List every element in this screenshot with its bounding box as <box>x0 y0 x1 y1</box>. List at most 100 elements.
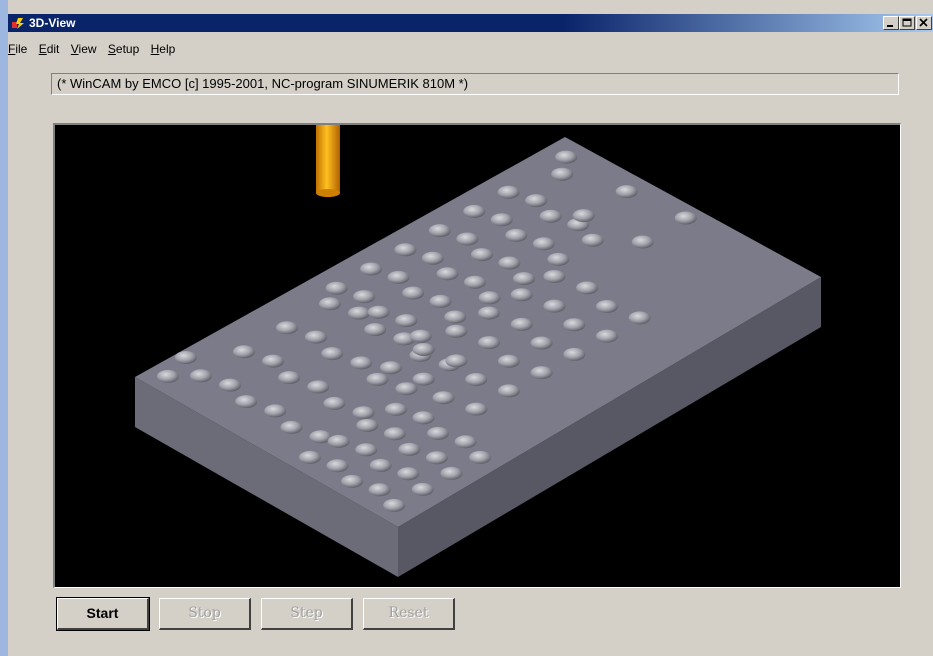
drilled-hole <box>353 290 376 304</box>
drilled-hole <box>543 299 566 313</box>
drilled-hole <box>278 371 301 385</box>
drilled-hole <box>510 317 533 331</box>
desktop-edge <box>0 0 8 656</box>
drilled-hole <box>299 450 321 464</box>
drilled-hole <box>275 321 298 335</box>
drilled-hole <box>464 275 487 289</box>
drilled-hole <box>409 329 432 343</box>
window: 3D-View File Edit View Setup Help (* Win… <box>0 0 933 656</box>
menu-edit[interactable]: Edit <box>39 42 60 56</box>
close-button[interactable] <box>916 16 932 30</box>
drilled-hole <box>280 420 303 434</box>
menu-file[interactable]: File <box>8 42 27 56</box>
drilled-hole <box>513 272 535 286</box>
drilled-hole <box>383 427 406 441</box>
drilled-hole <box>539 209 562 223</box>
drilled-hole <box>497 354 520 368</box>
drilled-hole <box>615 185 638 199</box>
nc-program-line: (* WinCAM by EMCO [c] 1995-2001, NC-prog… <box>51 73 899 95</box>
drilled-hole <box>563 347 586 361</box>
drilled-hole <box>369 458 392 472</box>
drilled-hole <box>387 270 410 284</box>
drilled-hole <box>497 185 520 199</box>
drilled-hole <box>631 235 654 249</box>
step-button[interactable]: Step <box>261 598 353 630</box>
drilled-hole <box>563 318 586 332</box>
drilled-hole <box>547 252 570 266</box>
drilled-hole <box>595 300 618 313</box>
drilled-hole <box>264 404 287 418</box>
drilled-hole <box>307 380 330 394</box>
stop-button[interactable]: Stop <box>159 598 251 630</box>
drilled-hole <box>412 372 435 386</box>
drilled-hole <box>232 345 255 359</box>
drilled-hole <box>411 482 434 496</box>
drilled-hole <box>525 194 548 208</box>
drilled-hole <box>478 291 501 305</box>
drilled-hole <box>352 406 375 420</box>
drilled-hole <box>395 314 418 328</box>
drilled-hole <box>444 310 467 324</box>
drilled-hole <box>421 251 444 265</box>
drilled-hole <box>394 243 417 257</box>
reset-button[interactable]: Reset <box>363 598 455 630</box>
3d-viewport[interactable] <box>53 123 901 588</box>
drilled-hole <box>368 483 391 497</box>
drilled-hole <box>445 324 468 338</box>
minimize-icon <box>887 25 893 27</box>
drilled-hole <box>325 281 348 295</box>
menu-help[interactable]: Help <box>151 42 176 56</box>
drilled-hole <box>465 372 488 386</box>
drilled-hole <box>397 467 420 481</box>
minimize-button[interactable] <box>883 16 899 30</box>
drilled-hole <box>385 402 407 416</box>
drilled-hole <box>321 347 344 361</box>
drilled-hole <box>174 351 197 364</box>
drilled-hole <box>189 369 212 383</box>
drilled-hole <box>341 474 364 488</box>
drilled-hole <box>581 233 604 247</box>
start-button[interactable]: Start <box>56 597 150 631</box>
drilled-hole <box>428 224 451 238</box>
drilled-hole <box>350 356 373 370</box>
drilled-hole <box>469 450 492 464</box>
drilled-hole <box>383 498 406 512</box>
drilled-hole <box>463 204 486 218</box>
drilled-hole <box>576 281 599 295</box>
drilled-hole <box>490 213 513 227</box>
app-icon <box>12 18 24 29</box>
drilled-hole <box>497 384 520 398</box>
drilled-hole <box>262 354 285 368</box>
drilled-hole <box>628 311 651 325</box>
drilled-hole <box>477 306 500 320</box>
drilled-hole <box>432 391 455 405</box>
drilled-hole <box>402 286 425 300</box>
drilled-hole <box>379 361 402 375</box>
drilled-hole <box>425 451 448 465</box>
menu-setup[interactable]: Setup <box>108 42 139 56</box>
drilled-hole <box>465 402 488 416</box>
drilled-hole <box>436 267 459 281</box>
drilled-hole <box>510 288 533 302</box>
drilled-hole <box>305 330 328 344</box>
3d-scene <box>135 125 821 577</box>
cutting-tool <box>316 125 340 197</box>
maximize-icon <box>902 18 912 27</box>
drilled-hole <box>454 435 477 449</box>
menu-view[interactable]: View <box>71 42 97 56</box>
drilled-hole <box>356 418 379 432</box>
drilled-hole <box>532 237 555 251</box>
drilled-hole <box>360 262 383 276</box>
maximize-button[interactable] <box>899 16 915 30</box>
drilled-hole <box>398 442 421 456</box>
drilled-hole <box>348 306 371 320</box>
drilled-hole <box>412 411 435 425</box>
title-bar[interactable]: 3D-View <box>8 14 933 32</box>
drilled-hole <box>412 342 435 356</box>
drilled-hole <box>427 426 450 440</box>
menu-bar: File Edit View Setup Help <box>8 42 183 56</box>
drilled-hole <box>530 366 553 380</box>
drilled-hole <box>555 150 578 164</box>
drilled-hole <box>366 372 389 386</box>
drilled-hole <box>440 466 463 480</box>
